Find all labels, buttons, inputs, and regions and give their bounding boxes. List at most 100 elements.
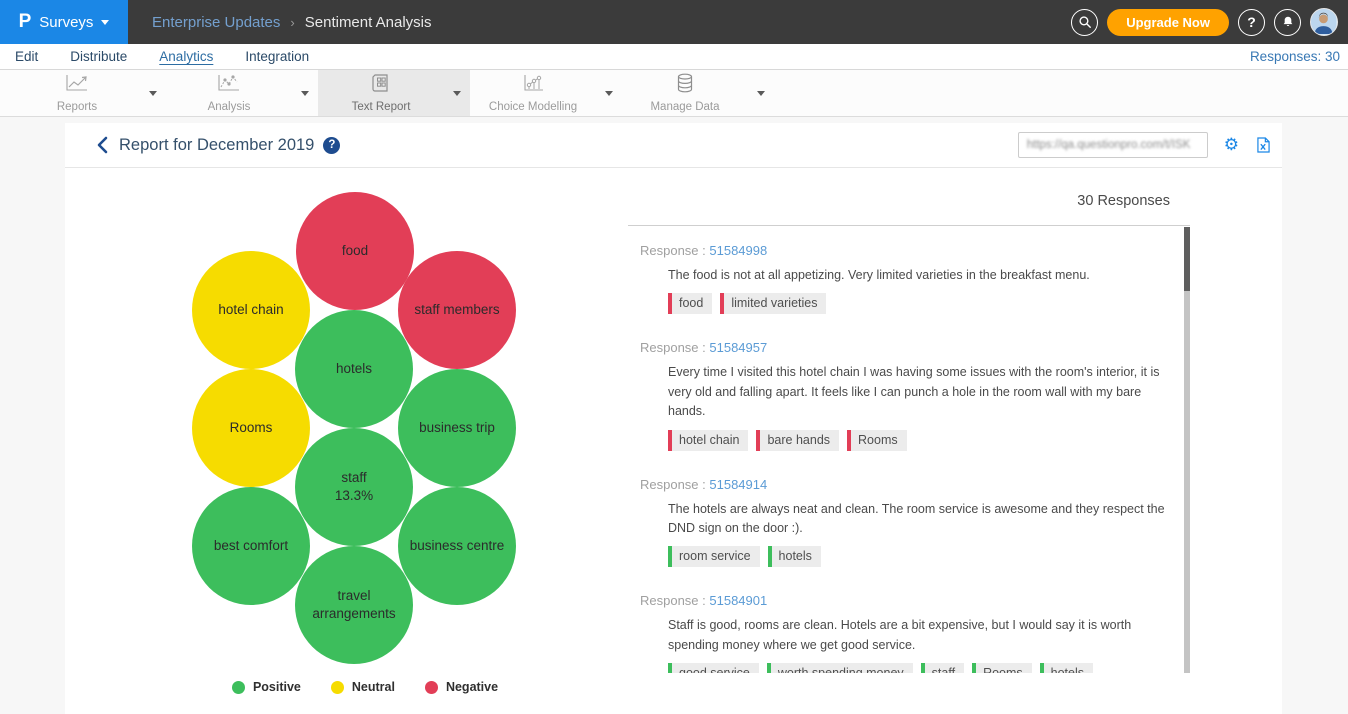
top-bar: P Surveys Enterprise Updates › Sentiment… [0,0,1348,44]
question-mark-icon: ? [1247,14,1256,30]
response-tags: hotel chain bare hands Rooms [668,430,1170,451]
settings-gear-icon[interactable]: ⚙ [1224,137,1239,154]
sentiment-tag-staff[interactable]: staff [921,663,964,673]
bubble-staff[interactable]: staff13.3% [295,428,413,546]
response-item: Response : 51584901Staff is good, rooms … [640,593,1170,673]
app-logo[interactable]: P Surveys [0,0,128,44]
toolbar-dropdown-button[interactable] [748,91,774,96]
upgrade-now-button[interactable]: Upgrade Now [1107,9,1229,36]
help-button[interactable]: ? [1238,9,1265,36]
toolbar-item-label: Manage Data [650,101,719,113]
bubble-label: Rooms [230,419,273,437]
tab-distribute[interactable]: Distribute [70,49,127,64]
bubble-label: hotel chain [218,301,283,319]
bubble-food[interactable]: food [296,192,414,310]
toolbar-item-label: Choice Modelling [489,101,577,113]
sentiment-tag-good-service[interactable]: good service [668,663,759,673]
neutral-dot-icon [331,681,344,694]
search-button[interactable] [1071,9,1098,36]
bubble-travel-arrangements[interactable]: travel arrangements [295,546,413,664]
toolbar-item-choice-modelling[interactable]: Choice Modelling [470,70,622,116]
responses-count[interactable]: Responses: 30 [1250,49,1340,64]
sentiment-tag-rooms[interactable]: Rooms [847,430,907,451]
toolbar-item-main[interactable]: Text Report [318,73,444,113]
toolbar-dropdown-button[interactable] [444,91,470,96]
responses-scrollbar-thumb[interactable] [1184,227,1190,291]
avatar[interactable] [1310,8,1338,36]
bubble-staff-members[interactable]: staff members [398,251,516,369]
chevron-down-icon [301,91,309,96]
sentiment-tag-food[interactable]: food [668,293,712,314]
bubble-hotel-chain[interactable]: hotel chain [192,251,310,369]
share-url-value: https://qa.questionpro.com/t/ISK [1027,139,1191,151]
breadcrumb-separator: › [290,15,294,30]
responses-list: Response : 51584998The food is not at al… [628,226,1190,673]
legend-label: Negative [446,680,498,694]
bubble-label: business trip [419,419,495,437]
response-id-link[interactable]: 51584998 [709,243,767,258]
share-url-input[interactable]: https://qa.questionpro.com/t/ISK [1018,132,1208,158]
toolbar-item-analysis[interactable]: Analysis [166,70,318,116]
toolbar-item-main[interactable]: Analysis [166,74,292,113]
response-text: The hotels are always neat and clean. Th… [668,500,1175,539]
bubble-business-centre[interactable]: business centre [398,487,516,605]
sentiment-tag-room-service[interactable]: room service [668,546,760,567]
title-help-icon[interactable]: ? [323,137,340,154]
response-id-link[interactable]: 51584914 [709,477,767,492]
responses-scrollbar[interactable] [1184,227,1190,673]
toolbar-item-main[interactable]: Choice Modelling [470,74,596,113]
page-content: Report for December 2019 ? https://qa.qu… [0,117,1348,714]
response-prefix: Response : [640,243,709,258]
response-id-link[interactable]: 51584957 [709,340,767,355]
page-title: Report for December 2019 [119,136,314,155]
nav-items: Edit Distribute Analytics Integration [15,49,341,64]
back-chevron-icon [95,136,109,154]
analytics-toolbar: Reports Analysis Text Report Choice Modelli… [0,70,1348,117]
bubble-business-trip[interactable]: business trip [398,369,516,487]
excel-export-button[interactable] [1257,137,1270,153]
breadcrumb-current-page: Sentiment Analysis [305,14,432,31]
sentiment-tag-limited-varieties[interactable]: limited varieties [720,293,826,314]
response-label: Response : 51584957 [640,340,1170,355]
notifications-button[interactable] [1274,9,1301,36]
legend-item-negative: Negative [425,680,498,694]
bubble-label: travel arrangements [295,587,413,623]
chevron-down-icon [453,91,461,96]
sentiment-tag-hotels[interactable]: hotels [768,546,821,567]
sentiment-tag-rooms[interactable]: Rooms [972,663,1032,673]
sentiment-tag-worth-spending-money[interactable]: worth spending money [767,663,913,673]
toolbar-item-main[interactable]: Manage Data [622,73,748,113]
excel-export-icon [1257,137,1270,153]
sentiment-tag-hotel-chain[interactable]: hotel chain [668,430,748,451]
toolbar-dropdown-button[interactable] [596,91,622,96]
back-button[interactable] [95,136,109,154]
toolbar-item-manage-data[interactable]: Manage Data [622,70,774,116]
choice-model-icon [521,74,545,98]
response-id-link[interactable]: 51584901 [709,593,767,608]
tab-edit[interactable]: Edit [15,49,38,64]
bubble-best-comfort[interactable]: best comfort [192,487,310,605]
bubble-rooms[interactable]: Rooms [192,369,310,487]
toolbar-item-label: Analysis [208,101,251,113]
breadcrumb: Enterprise Updates › Sentiment Analysis [152,14,431,31]
database-icon [675,73,695,98]
breadcrumb-survey-name[interactable]: Enterprise Updates [152,14,280,31]
legend-label: Positive [253,680,301,694]
bubble-hotels[interactable]: hotels [295,310,413,428]
response-tags: room service hotels [668,546,1170,567]
toolbar-item-reports[interactable]: Reports [14,70,166,116]
response-tags: good service worth spending money staff Roo… [668,663,1170,673]
chevron-down-icon [605,91,613,96]
toolbar-dropdown-button[interactable] [292,91,318,96]
sentiment-tag-hotels[interactable]: hotels [1040,663,1093,673]
report-doc-icon [371,73,391,98]
tab-analytics[interactable]: Analytics [159,49,213,64]
toolbar-item-text-report[interactable]: Text Report [318,70,470,116]
legend-item-neutral: Neutral [331,680,395,694]
toolbar-dropdown-button[interactable] [140,91,166,96]
toolbar-item-main[interactable]: Reports [14,74,140,113]
sentiment-tag-bare-hands[interactable]: bare hands [756,430,839,451]
bubble-label: staff [341,469,366,487]
tab-integration[interactable]: Integration [245,49,309,64]
scatter-chart-icon [217,74,241,98]
